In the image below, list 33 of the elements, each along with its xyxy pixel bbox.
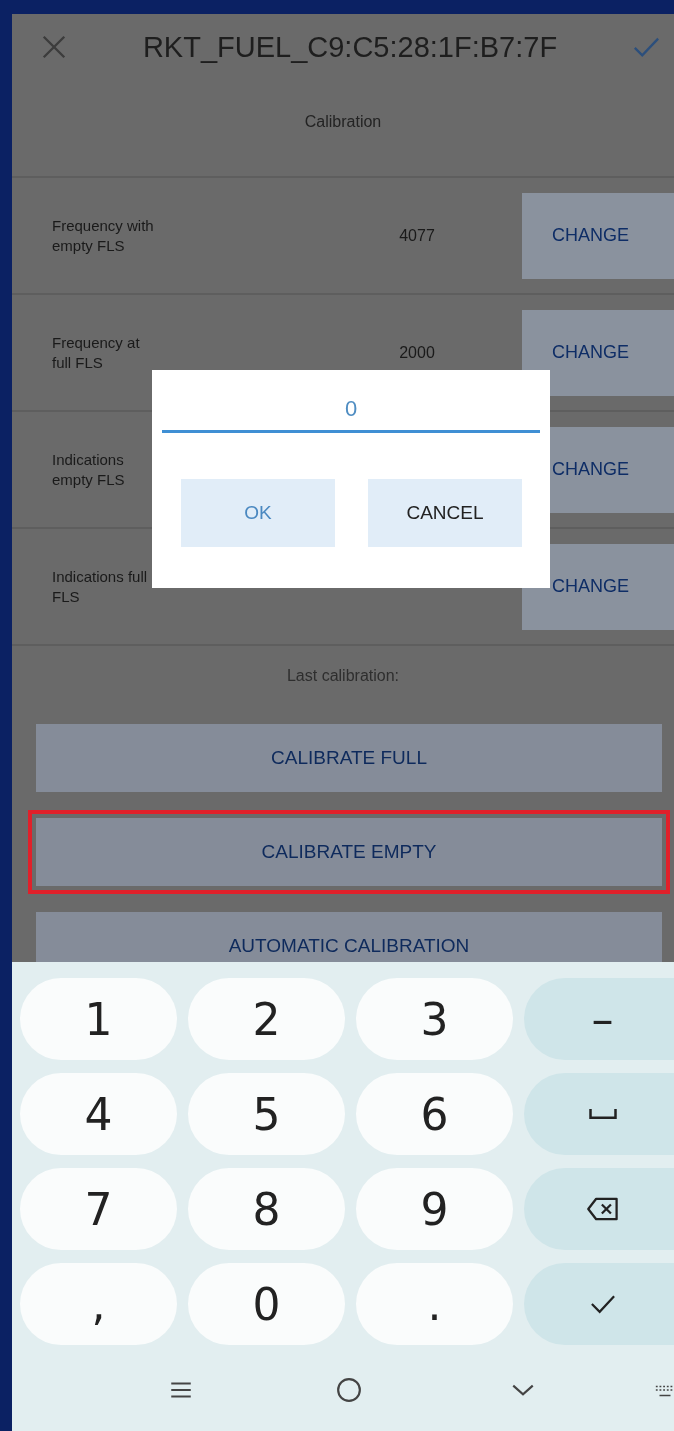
row-label: Frequency at full FLS [52,333,141,372]
change-button[interactable]: CHANGE [522,192,674,279]
close-icon[interactable] [40,33,68,61]
keyboard-key[interactable]: 6 [356,1073,513,1155]
keyboard-key[interactable]: – [524,978,674,1060]
keyboard-key[interactable]: 1 [20,978,177,1060]
row-label: Indications empty FLS [52,450,126,489]
row-label: Frequency with empty FLS [52,216,155,255]
device-title: RKT_FUEL_C9:C5:28:1F:B7:7F [141,30,559,64]
keyboard-key[interactable]: 3 [356,978,513,1060]
keyboard-key[interactable]: 4 [20,1073,177,1155]
cancel-button[interactable]: CANCEL [368,479,522,547]
keyboard-key[interactable]: . [356,1263,513,1345]
row-value: 4077 [398,226,436,245]
home-icon[interactable] [336,1377,362,1403]
change-button[interactable]: CHANGE [522,543,674,630]
keyboard-key[interactable]: 8 [188,1168,345,1250]
backspace-key[interactable] [524,1168,674,1250]
row-value: 2000 [398,343,436,362]
keyboard-key[interactable]: 9 [356,1168,513,1250]
calibration-button[interactable]: CALIBRATE FULL [36,724,662,792]
keyboard-key[interactable]: 2 [188,978,345,1060]
backspace-icon [585,1196,620,1222]
keyboard-key[interactable]: , [20,1263,177,1345]
keyboard-key[interactable]: 0 [188,1263,345,1345]
keyboard-icon[interactable] [654,1383,674,1399]
keyboard-key[interactable]: 5 [188,1073,345,1155]
row-label: Indications full FLS [52,567,149,606]
change-button[interactable]: CHANGE [522,309,674,396]
keyboard-key[interactable]: 7 [20,1168,177,1250]
calibration-button[interactable]: CALIBRATE EMPTY [36,818,662,886]
last-calibration-label: Last calibration: [286,667,400,685]
section-title: Calibration [304,113,382,131]
